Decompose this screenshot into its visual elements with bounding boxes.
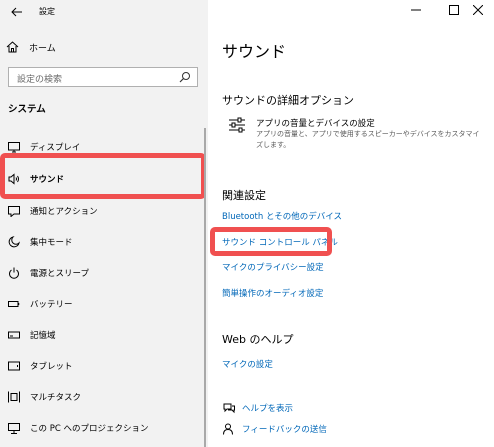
sidebar-item-storage[interactable]: 記憶域 <box>0 320 205 350</box>
sidebar-item-label: 通知とアクション <box>30 207 98 217</box>
related-settings-heading: 関連設定 <box>222 189 266 202</box>
search-placeholder: 設定の検索 <box>17 75 63 85</box>
highlight-box <box>210 227 332 256</box>
sidebar-item-label: バッテリー <box>30 300 73 310</box>
projection-icon <box>8 423 20 434</box>
power-icon <box>9 267 19 279</box>
home-icon <box>6 41 19 53</box>
maximize-icon <box>449 5 459 15</box>
window-title: 設定 <box>39 7 55 16</box>
search-icon <box>179 71 191 83</box>
mic-privacy-link[interactable]: マイクのプライバシー設定 <box>222 261 324 273</box>
minimize-button[interactable] <box>400 0 432 20</box>
sidebar-item-label: ディスプレイ <box>30 143 81 153</box>
sidebar-item-notifications[interactable]: 通知とアクション <box>0 196 205 226</box>
app-volume-option[interactable]: アプリの音量とデバイスの設定 <box>256 117 375 129</box>
main-content <box>208 0 494 447</box>
sidebar-item-label: この PC へのプロジェクション <box>30 424 149 434</box>
give-feedback-link[interactable]: フィードバックの送信 <box>242 423 327 435</box>
web-help-heading: Web のヘルプ <box>222 333 294 346</box>
sidebar-item-label: マルチタスク <box>30 393 82 403</box>
page-title: サウンド <box>222 42 287 61</box>
highlight-box <box>0 153 206 199</box>
sidebar-scrollbar[interactable] <box>204 128 206 447</box>
mic-settings-link[interactable]: マイクの設定 <box>222 358 273 370</box>
display-icon <box>8 142 20 153</box>
multitask-icon <box>8 391 20 403</box>
back-arrow-icon <box>11 7 22 17</box>
sidebar-item-battery[interactable]: バッテリー <box>0 289 205 319</box>
bluetooth-link[interactable]: Bluetooth とその他のデバイス <box>222 210 342 222</box>
get-help-link[interactable]: ヘルプを表示 <box>242 402 293 414</box>
sidebar-item-tablet[interactable]: タブレット <box>0 351 205 381</box>
app-volume-description: アプリの音量と、アプリで使用するスピーカーやデバイスをカスタマイズします。 <box>256 130 480 149</box>
home-label: ホーム <box>29 43 56 54</box>
section-title: システム <box>8 104 46 115</box>
sidebar-item-multitasking[interactable]: マルチタスク <box>0 382 205 412</box>
minimize-icon <box>411 9 421 11</box>
back-button[interactable] <box>6 2 28 22</box>
search-input[interactable]: 設定の検索 <box>8 67 198 87</box>
feedback-person-icon <box>223 423 233 435</box>
help-chat-icon <box>223 403 235 414</box>
sidebar-item-power[interactable]: 電源とスリープ <box>0 258 205 288</box>
sidebar-item-label: 記憶域 <box>30 331 56 341</box>
advanced-heading: サウンドの詳細オプション <box>222 94 354 107</box>
sidebar-item-label: 電源とスリープ <box>30 269 89 279</box>
sidebar-item-focus[interactable]: 集中モード <box>0 227 205 257</box>
storage-icon <box>8 331 20 339</box>
home-link[interactable]: ホーム <box>6 38 56 56</box>
close-icon <box>473 5 483 15</box>
sidebar-item-label: 集中モード <box>30 238 73 248</box>
sidebar-item-label: タブレット <box>30 362 73 372</box>
close-button[interactable] <box>462 0 494 20</box>
notification-icon <box>8 206 20 217</box>
sliders-icon <box>228 117 246 133</box>
moon-icon <box>8 236 20 248</box>
ease-of-access-audio-link[interactable]: 簡単操作のオーディオ設定 <box>222 287 323 299</box>
battery-icon <box>8 301 20 307</box>
tablet-icon <box>8 361 20 371</box>
sidebar-item-projection[interactable]: この PC へのプロジェクション <box>0 413 205 443</box>
